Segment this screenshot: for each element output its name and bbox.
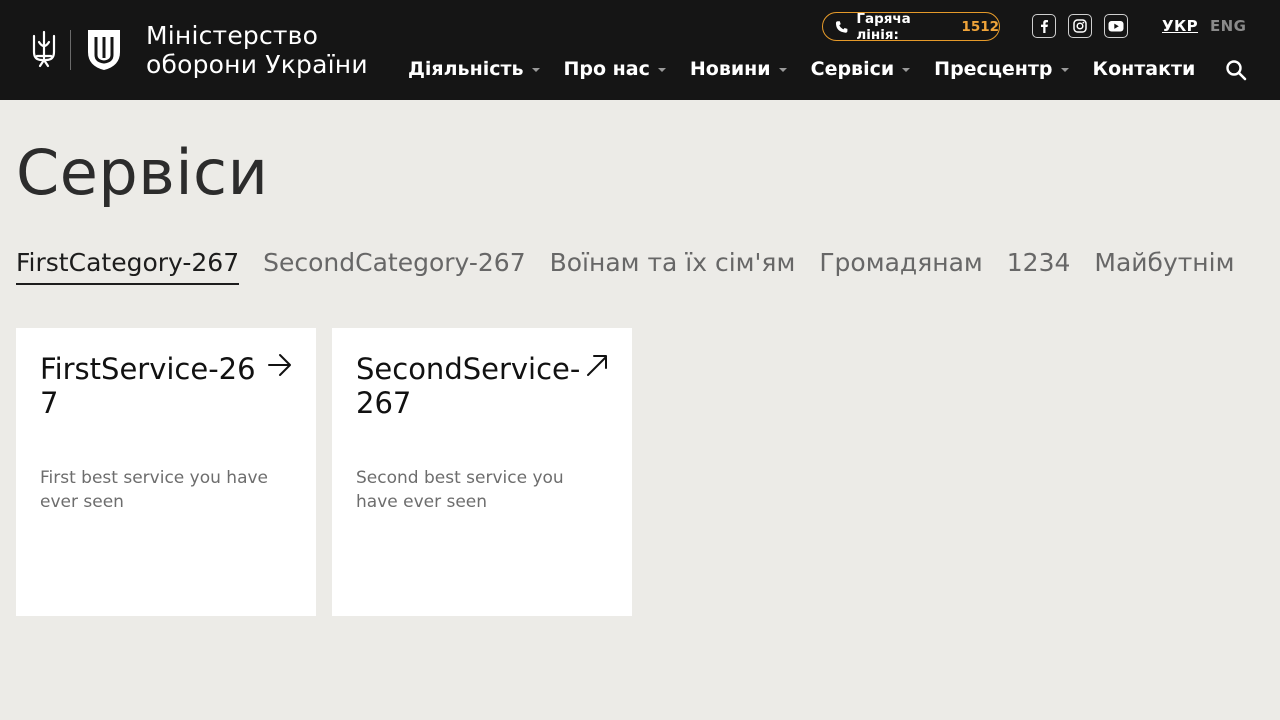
page-title: Сервіси [16,136,269,209]
nav-item-label: Діяльність [408,58,524,80]
caret-down-icon [531,68,540,72]
nav-item-label: Про нас [563,58,650,80]
service-card-title: SecondService-267 [356,352,581,420]
shield-logo-icon[interactable] [86,28,122,72]
nav-item-label: Пресцентр [934,58,1053,80]
external-link-icon [587,355,607,376]
service-card-description: First best service you have ever seen [40,468,269,512]
caret-down-icon [778,68,787,72]
service-card-title: FirstService-267 [40,352,256,420]
nav-item-about[interactable]: Про нас [564,58,666,80]
nav-item-contacts[interactable]: Контакти [1093,58,1196,80]
service-card-first[interactable]: FirstService-267 First best service you … [16,328,316,616]
nav-item-activity[interactable]: Діяльність [408,58,540,80]
nav-item-news[interactable]: Новини [690,58,787,80]
tab-future[interactable]: Майбутнім [1094,248,1234,285]
instagram-link[interactable] [1068,14,1092,38]
service-card-description: Second best service you have ever seen [356,468,564,512]
nav-item-label: Новини [689,58,771,80]
caret-down-icon [657,68,666,72]
arrow-right-icon [268,354,291,376]
tab-1234[interactable]: 1234 [1007,248,1071,285]
youtube-icon [1108,21,1124,32]
instagram-icon [1073,19,1087,33]
nav-item-services[interactable]: Сервіси [811,58,911,80]
logo-divider [70,30,71,70]
site-header: Міністерство оборони України Гаряча ліні… [0,0,1280,100]
tab-first-category[interactable]: FirstCategory-267 [16,248,240,285]
caret-down-icon [902,68,911,72]
search-icon[interactable] [1224,58,1248,82]
ministry-name-line1: Міністерство [146,21,319,50]
tab-warriors-families[interactable]: Воїнам та їх сім'ям [550,248,796,285]
nav-item-label: Сервіси [810,58,895,80]
phone-icon [835,20,848,33]
hotline-button[interactable]: Гаряча лінія: 1512 [822,10,1000,43]
hotline-label: Гаряча лінія: [856,10,911,43]
nav-item-label: Контакти [1092,58,1196,80]
language-eng[interactable]: ENG [1210,17,1246,35]
facebook-link[interactable] [1032,14,1056,38]
language-ukr[interactable]: УКР [1162,17,1198,35]
nav-item-press-center[interactable]: Пресцентр [934,58,1069,80]
facebook-icon [1041,20,1048,33]
tab-citizens[interactable]: Громадянам [819,248,982,285]
main-nav: Діяльність Про нас Новини Сервіси Пресце… [408,58,1195,80]
category-tabs: FirstCategory-267 SecondCategory-267 Вої… [16,248,1280,285]
youtube-link[interactable] [1104,14,1128,38]
ministry-name[interactable]: Міністерство оборони України [146,21,396,79]
hotline-number: 1512 [961,18,999,35]
trident-logo-icon[interactable] [30,30,58,70]
ministry-name-line2: оборони України [146,50,368,79]
caret-down-icon [1060,68,1069,72]
service-card-second[interactable]: SecondService-267 Second best service yo… [332,328,632,616]
tab-second-category[interactable]: SecondCategory-267 [263,248,526,285]
